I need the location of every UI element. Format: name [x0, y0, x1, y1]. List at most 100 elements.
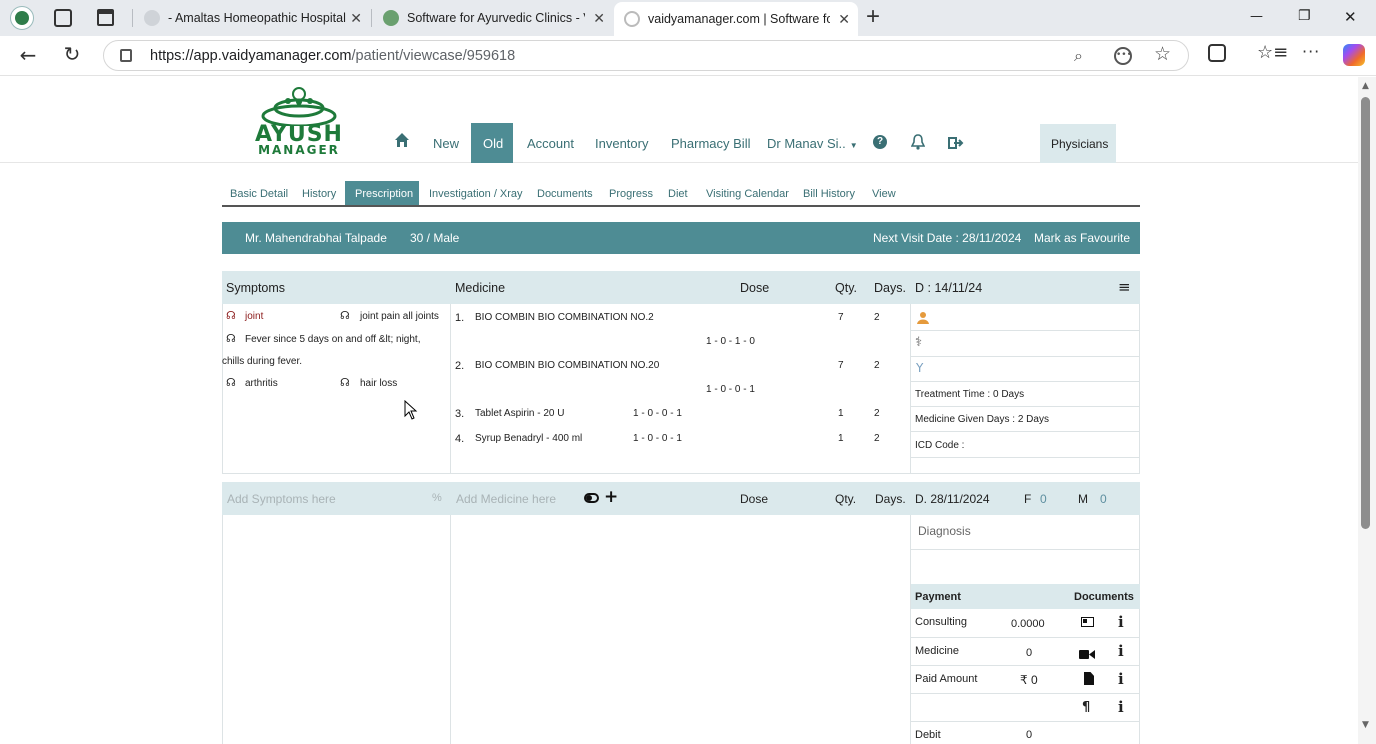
scrollbar-thumb[interactable]	[1361, 97, 1370, 529]
debit-label: Debit	[915, 729, 941, 741]
favorites-icon[interactable]: ☆≡	[1257, 42, 1288, 63]
nav-account[interactable]: Account	[527, 136, 574, 151]
bell-icon[interactable]	[910, 134, 926, 150]
current-date[interactable]: D. 28/11/2024	[915, 492, 990, 506]
close-tab-icon[interactable]: ✕	[350, 10, 362, 27]
info-icon[interactable]: i	[1118, 642, 1124, 660]
new-tab-button[interactable]: +	[866, 3, 880, 31]
info-icon[interactable]: i	[1118, 698, 1124, 716]
close-tab-icon[interactable]: ✕	[838, 11, 850, 28]
medicine-name: BIO COMBIN BIO COMBINATION NO.2	[475, 312, 654, 323]
symptom-item[interactable]: joint	[245, 311, 263, 322]
loading-favicon-icon	[624, 11, 640, 27]
tab-view[interactable]: View	[872, 188, 896, 200]
tab-basic-detail[interactable]: Basic Detail	[230, 188, 288, 200]
medicine-number: 3.	[455, 408, 465, 420]
medicine-qty: 7	[838, 360, 844, 371]
tab-investigation[interactable]: Investigation / Xray	[429, 188, 523, 200]
symptom-item[interactable]: Fever since 5 days on and off &lt; night…	[245, 334, 420, 345]
patient-age-sex: 30 / Male	[410, 231, 460, 245]
medicine-header: Medicine	[455, 281, 506, 295]
extensions-icon[interactable]	[1208, 44, 1226, 62]
nav-new[interactable]: New	[433, 136, 459, 151]
menu-hamburger-icon[interactable]: ≡	[1118, 280, 1131, 295]
close-window-button[interactable]: ✕	[1344, 8, 1357, 26]
help-icon[interactable]: ?	[873, 135, 887, 149]
copilot-icon[interactable]	[1343, 44, 1365, 66]
reload-icon[interactable]: ↻	[60, 42, 84, 66]
home-icon[interactable]	[393, 132, 411, 150]
back-arrow-icon[interactable]: ←	[16, 43, 40, 67]
physicians-label: Physicians	[1051, 137, 1109, 151]
more-tools-icon[interactable]: •••	[1114, 47, 1132, 65]
medicine-qty: 1	[838, 433, 844, 444]
tab-visiting-calendar[interactable]: Visiting Calendar	[706, 188, 789, 200]
tab-amaltas[interactable]: - Amaltas Homeopathic Hospital ✕	[134, 4, 370, 32]
zoom-icon[interactable]: ⌕	[1074, 46, 1083, 66]
f-value[interactable]: 0	[1040, 492, 1047, 506]
symptom-item[interactable]: joint pain all joints	[360, 311, 439, 322]
tab-history[interactable]: History	[302, 188, 336, 200]
ayush-logo[interactable]: AYUSH MANAGER	[238, 86, 360, 156]
video-icon[interactable]	[1079, 645, 1095, 659]
treatment-time: Treatment Time : 0 Days	[915, 389, 1025, 400]
caret-down-icon: ▼	[849, 141, 858, 150]
consulting-value[interactable]: 0.0000	[1011, 618, 1045, 630]
fork-knife-icon[interactable]: ¶	[1082, 700, 1090, 715]
scroll-down-arrow-icon[interactable]: ▼	[1362, 720, 1369, 730]
paid-amount-value[interactable]: ₹ 0	[1020, 673, 1038, 687]
scroll-up-arrow-icon[interactable]: ▲	[1362, 81, 1369, 91]
previous-date: D : 14/11/24	[915, 281, 983, 295]
site-info-icon[interactable]	[120, 49, 132, 62]
tab-bill-history[interactable]: Bill History	[803, 188, 855, 200]
doctor-icon[interactable]	[916, 310, 930, 324]
tab-title: Software for Ayurvedic Clinics - Vaidya	[407, 11, 585, 25]
medicine-value[interactable]: 0	[1026, 647, 1032, 659]
tab-vaidyamanager[interactable]: vaidyamanager.com | Software for ✕	[614, 2, 858, 36]
medicine-label: Medicine	[915, 645, 960, 657]
settings-more-icon[interactable]: ···	[1302, 42, 1320, 61]
nav-inventory[interactable]: Inventory	[595, 136, 648, 151]
medicine-number: 2.	[455, 360, 465, 372]
address-bar[interactable]: https://app.vaidyamanager.com/patient/vi…	[103, 40, 1189, 71]
dose-header: Dose	[740, 492, 769, 506]
symptom-item[interactable]: hair loss	[360, 378, 397, 389]
info-icon[interactable]: i	[1118, 670, 1124, 688]
restore-button[interactable]: ❐	[1298, 8, 1311, 24]
add-medicine-plus-icon[interactable]: +	[604, 487, 618, 507]
tab-documents[interactable]: Documents	[537, 188, 593, 200]
funnel-icon[interactable]: Y	[916, 361, 923, 375]
favorite-star-icon[interactable]: ☆	[1154, 43, 1171, 65]
image-icon[interactable]	[1081, 617, 1094, 627]
tab-actions-icon[interactable]	[97, 9, 114, 26]
logout-icon[interactable]	[948, 135, 964, 149]
tab-ayurvedic[interactable]: Software for Ayurvedic Clinics - Vaidya …	[373, 4, 613, 32]
close-tab-icon[interactable]: ✕	[593, 10, 605, 27]
stethoscope-icon: ☊	[226, 376, 236, 389]
medicine-qty: 7	[838, 312, 844, 323]
tab-progress[interactable]: Progress	[609, 188, 653, 200]
medicine-input-placeholder: Add Medicine here	[456, 492, 557, 506]
medicine-qty: 1	[838, 408, 844, 419]
leaf-favicon-icon	[383, 10, 399, 26]
nav-old-label: Old	[483, 136, 504, 151]
url-text: https://app.vaidyamanager.com/patient/vi…	[150, 47, 516, 64]
workspaces-icon[interactable]	[54, 9, 72, 27]
nav-pharmacy-bill[interactable]: Pharmacy Bill	[671, 136, 750, 151]
symptoms-header: Symptoms	[226, 281, 286, 295]
m-value[interactable]: 0	[1100, 492, 1107, 506]
profile-avatar[interactable]	[10, 6, 34, 30]
page-scrollbar[interactable]: ▲ ▼	[1358, 77, 1376, 744]
nav-doctor-menu[interactable]: Dr Manav Si.. ▼	[767, 136, 858, 151]
mark-favourite-link[interactable]: Mark as Favourite	[1034, 231, 1130, 245]
debit-value: 0	[1026, 729, 1033, 741]
symptom-item-continued: chills during fever.	[222, 356, 303, 367]
minimize-button[interactable]: —	[1250, 9, 1263, 24]
toggle-icon[interactable]	[584, 493, 599, 503]
info-icon[interactable]: i	[1118, 613, 1124, 631]
stethoscope-icon[interactable]: ⚕	[915, 335, 922, 350]
symptom-item[interactable]: arthritis	[245, 378, 278, 389]
tab-diet[interactable]: Diet	[668, 188, 688, 200]
column-divider	[450, 304, 451, 474]
stethoscope-icon: ☊	[340, 376, 350, 389]
